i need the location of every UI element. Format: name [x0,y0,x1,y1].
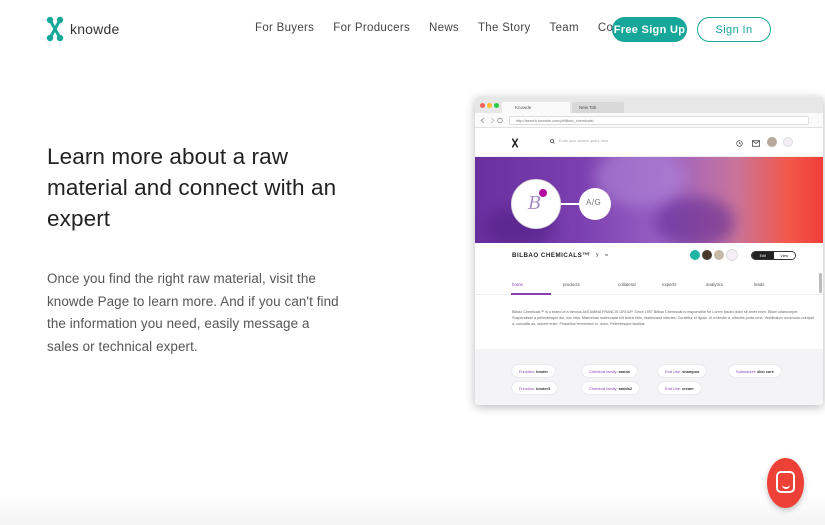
property-pills-area: Function: binder Chemical family: amids … [475,349,823,405]
company-logo-circle: B [511,179,561,229]
mockup-address-bar: http://search.knowde.com/p/bilbao_chemic… [475,113,823,128]
property-pill: Submarket: skin care [729,365,781,377]
brand-logo[interactable]: knowde [46,16,119,42]
property-pill: Function: binder3 [512,382,558,394]
minimize-dot-icon [487,103,492,108]
chat-icon-smile [782,485,790,489]
pill-value: binder3 [536,386,551,391]
nav-links: For Buyers For Producers News The Story … [255,22,659,34]
expert-avatar [713,249,725,261]
view-toggle-option: View [773,252,795,259]
property-pill: End Use: shampoo [658,365,707,377]
sign-in-button[interactable]: Sign In [697,17,771,42]
expert-avatar [689,249,701,261]
pill-key: Chemical family: [589,369,618,374]
pill-value: skin care [757,369,774,374]
property-pill: Function: binder [512,365,555,377]
page-bottom-fade [0,495,825,525]
nav-arrows-icon [480,117,503,124]
hero-body: Once you find the right raw material, vi… [47,271,339,354]
twitter-icon: y [596,252,599,258]
mockup-tab-active-label: Knowde [515,105,532,110]
nav-link-news[interactable]: News [429,22,459,34]
subnav-active-indicator [511,293,551,295]
company-logo-letter: B [528,193,542,214]
edit-toggle-option: Edit [752,252,774,259]
company-description: Bilbao Chemicals™ is a brand of a famous… [512,310,814,326]
subnav-analytics: analytics [706,282,724,287]
pill-key: Function: [519,369,536,374]
subnav-experts: experts [662,282,677,287]
subnav-collateral: collateral [618,282,636,287]
mockup-search-icon [550,139,555,144]
mockup-user-avatar [767,137,777,147]
pill-key: Submarket: [736,369,756,374]
pill-value: shampoo [682,369,700,374]
subnav-products: products [563,282,580,287]
chat-launcher-button[interactable] [767,458,804,508]
pill-value: amids2 [618,386,633,391]
partner-logo-label: A/G [586,198,602,207]
company-banner: B A/G [475,157,823,243]
pill-value: binder [536,369,548,374]
knowde-logo-icon [46,16,64,42]
property-pill: Chemical family: amids2 [582,382,640,394]
pill-key: Chemical family: [589,386,618,391]
expert-avatar [701,249,713,261]
edit-view-toggle: Edit View [751,251,796,260]
mockup-tab-inactive-label: New Tab [579,105,597,110]
pill-value: amids [618,369,630,374]
subnav-home: home [512,282,523,287]
chat-icon [776,471,795,493]
company-info-row: BILBAO CHEMICALS™ f y in Edit View [475,243,823,269]
company-avatar [726,249,738,261]
facebook-icon: f [588,252,590,258]
close-dot-icon [480,103,485,108]
maximize-dot-icon [494,103,499,108]
banner-connector [559,203,581,205]
hero-title: Learn more about a raw material and conn… [47,144,337,231]
mockup-tab-inactive: New Tab [572,102,624,113]
mockup-subnav: home products collateral experts analyti… [475,275,823,295]
browser-mockup-image: Knowde New Tab http://search.knowde.com/… [475,97,823,405]
company-name: BILBAO CHEMICALS™ [512,252,589,259]
nav-link-for-buyers[interactable]: For Buyers [255,22,314,34]
mockup-tab-bar: Knowde New Tab [475,97,823,113]
pill-key: End Use: [665,369,682,374]
mockup-site-header: Enter your search query here [475,128,823,157]
pill-key: End Use: [665,386,682,391]
top-nav: knowde For Buyers For Producers News The… [0,0,825,60]
partner-logo-circle: A/G [579,188,611,220]
mockup-logo-icon [511,138,519,148]
mockup-clock-icon [736,140,743,147]
linkedin-icon: in [605,252,609,257]
nav-link-for-producers[interactable]: For Producers [333,22,410,34]
nav-link-team[interactable]: Team [550,22,579,34]
banner-texture [655,197,735,243]
mockup-tab-active: Knowde [502,102,570,113]
mockup-search-placeholder: Enter your search query here [559,139,609,143]
mockup-company-avatar [783,137,793,147]
property-pill: Chemical family: amids [582,365,637,377]
logo-dot-icon [539,189,547,197]
property-pill: End Use: cream [658,382,701,394]
nav-link-the-story[interactable]: The Story [478,22,531,34]
pill-value: cream [682,386,694,391]
mockup-mail-icon [752,140,760,147]
mockup-url-field: http://search.knowde.com/p/bilbao_chemic… [509,116,809,125]
subnav-leads: leads [754,282,765,287]
pill-key: Function: [519,386,536,391]
brand-name: knowde [70,21,120,37]
free-sign-up-button[interactable]: Free Sign Up [612,17,687,42]
